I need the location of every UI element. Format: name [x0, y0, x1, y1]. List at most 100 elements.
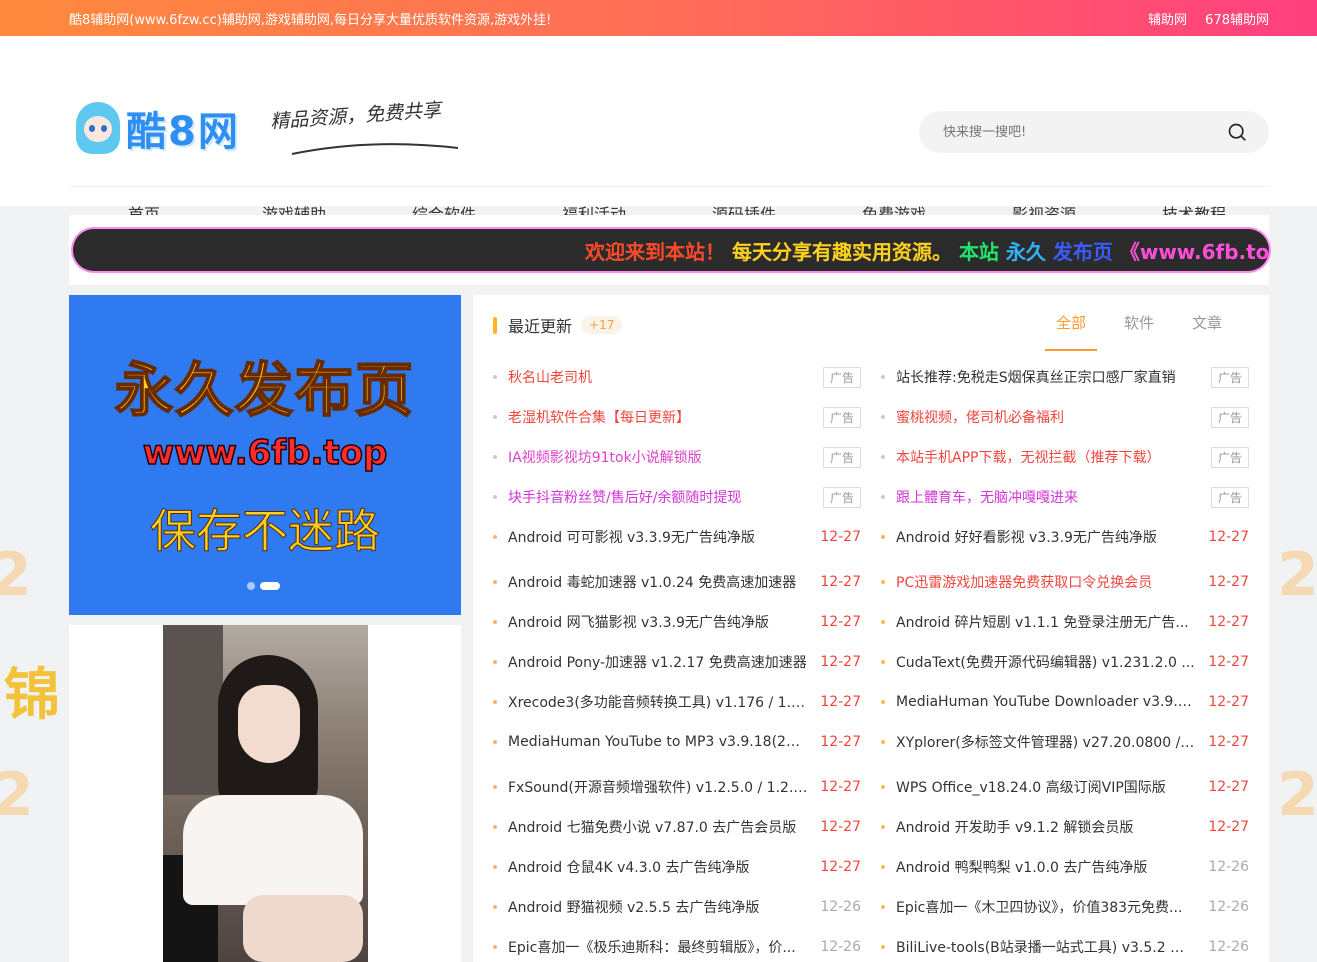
item-date: 12-26	[820, 939, 861, 955]
slogan-underline-icon	[291, 143, 459, 155]
list-item[interactable]: Android 碎片短剧 v1.1.1 免登录注册无广告... 12-27	[881, 602, 1249, 642]
item-title[interactable]: Android 鸭梨鸭梨 v1.0.0 去广告纯净版	[896, 857, 1196, 877]
site-logo[interactable]: 酷8网	[72, 98, 240, 158]
list-item[interactable]: PC迅雷游戏加速器免费获取口令兑换会员 12-27	[881, 562, 1249, 602]
item-title[interactable]: Android 毒蛇加速器 v1.0.24 免费高速加速器	[508, 572, 808, 592]
item-title[interactable]: 蜜桃视频，佬司机必备福利	[896, 407, 1196, 427]
tab-all[interactable]: 全部	[1037, 295, 1105, 351]
list-item[interactable]: Android 网飞猫影视 v3.3.9无广告纯净版 12-27	[493, 602, 861, 642]
list-item[interactable]: 块手抖音粉丝赞/售后好/余额随时提现 广告	[493, 477, 861, 517]
top-link-678[interactable]: 678辅助网	[1205, 13, 1269, 28]
search-icon[interactable]	[1227, 122, 1247, 142]
list-item[interactable]: Android 可可影视 v3.3.9无广告纯净版 12-27	[493, 517, 861, 557]
top-link-fuzhuwang[interactable]: 辅助网	[1148, 13, 1187, 28]
marquee-text: 欢迎来到本站！ 每天分享有趣实用资源。 本站 永久 发布页 《www.6fb.t…	[585, 236, 1269, 265]
item-title[interactable]: CudaText(免费开源代码编辑器) v1.231.2.0 ...	[896, 652, 1196, 672]
table-row: MediaHuman YouTube to MP3 v3.9.18(251...…	[493, 722, 1249, 762]
list-item[interactable]: BiliLive-tools(B站录播一站式工具) v3.5.2 中... 12-…	[881, 927, 1249, 962]
bullet-icon	[493, 375, 497, 379]
list-item[interactable]: 蜜桃视频，佬司机必备福利 广告	[881, 397, 1249, 437]
item-title[interactable]: FxSound(开源音频增强软件) v1.2.5.0 / 1.2.6....	[508, 777, 808, 797]
list-item[interactable]: 老湿机软件合集【每日更新】 广告	[493, 397, 861, 437]
table-row: Android 可可影视 v3.3.9无广告纯净版 12-27 Android 好好…	[493, 517, 1249, 557]
item-title[interactable]: Android 仓鼠4K v4.3.0 去广告纯净版	[508, 857, 808, 877]
bullet-icon	[881, 945, 885, 949]
tab-software[interactable]: 软件	[1105, 295, 1173, 351]
list-item[interactable]: IA视频影视坊91tok小说解锁版 广告	[493, 437, 861, 477]
table-row: 老湿机软件合集【每日更新】 广告 蜜桃视频，佬司机必备福利 广告	[493, 397, 1249, 437]
item-title[interactable]: Android 碎片短剧 v1.1.1 免登录注册无广告...	[896, 612, 1196, 632]
list-item[interactable]: Android 鸭梨鸭梨 v1.0.0 去广告纯净版 12-26	[881, 847, 1249, 887]
item-title[interactable]: MediaHuman YouTube Downloader v3.9.1...	[896, 694, 1196, 710]
item-title[interactable]: MediaHuman YouTube to MP3 v3.9.18(251...	[508, 734, 808, 750]
banner-line-3: 保存不迷路	[150, 504, 381, 559]
item-title[interactable]: 秋名山老司机	[508, 367, 808, 387]
bullet-icon	[881, 580, 885, 584]
list-item[interactable]: 本站手机APP下载，无视拦截（推荐下载） 广告	[881, 437, 1249, 477]
list-item[interactable]: FxSound(开源音频增强软件) v1.2.5.0 / 1.2.6.... 12…	[493, 767, 861, 807]
item-title[interactable]: 本站手机APP下载，无视拦截（推荐下载）	[896, 447, 1196, 467]
item-title[interactable]: Android 七猫免费小说 v7.87.0 去广告会员版	[508, 817, 808, 837]
item-title[interactable]: PC迅雷游戏加速器免费获取口令兑换会员	[896, 572, 1196, 592]
item-title[interactable]: 跟上體育车，无脑冲嘎嘎进来	[896, 487, 1196, 507]
list-item[interactable]: Android 仓鼠4K v4.3.0 去广告纯净版 12-27	[493, 847, 861, 887]
list-item[interactable]: Xrecode3(多功能音频转换工具) v1.176 / 1.1... 12-27	[493, 682, 861, 722]
list-item[interactable]: XYplorer(多标签文件管理器) v27.20.0800 / 2... 12-…	[881, 722, 1249, 762]
ad-tag: 广告	[1210, 486, 1249, 508]
bullet-icon	[881, 660, 885, 664]
updates-tabs: 全部 软件 文章	[1037, 295, 1241, 351]
search-input[interactable]	[943, 124, 1213, 140]
announcement-box: 欢迎来到本站！ 每天分享有趣实用资源。 本站 永久 发布页 《www.6fb.t…	[69, 215, 1269, 285]
bullet-icon	[493, 865, 497, 869]
item-title[interactable]: Epic喜加一《木卫四协议》，价值383元免费...	[896, 897, 1196, 917]
table-row: IA视频影视坊91tok小说解锁版 广告 本站手机APP下载，无视拦截（推荐下载）广…	[493, 437, 1249, 477]
list-item[interactable]: Android 野猫视频 v2.5.5 去广告纯净版 12-26	[493, 887, 861, 927]
item-title[interactable]: Xrecode3(多功能音频转换工具) v1.176 / 1.1...	[508, 692, 808, 712]
item-date: 12-27	[1208, 574, 1249, 590]
item-date: 12-27	[1208, 694, 1249, 710]
list-item[interactable]: Android 好好看影视 v3.3.9无广告纯净版 12-27	[881, 517, 1249, 557]
item-title[interactable]: Android 网飞猫影视 v3.3.9无广告纯净版	[508, 612, 808, 632]
background-decoration-left: 2 锦 2	[0, 540, 60, 830]
list-item[interactable]: Epic喜加一《极乐迪斯科：最终剪辑版》，价... 12-26	[493, 927, 861, 962]
item-title[interactable]: 站长推荐:免税走S烟保真丝正宗口感厂家直销	[896, 367, 1196, 387]
list-item[interactable]: 跟上體育车，无脑冲嘎嘎进来 广告	[881, 477, 1249, 517]
item-title[interactable]: 老湿机软件合集【每日更新】	[508, 407, 808, 427]
item-title[interactable]: IA视频影视坊91tok小说解锁版	[508, 447, 808, 467]
list-item[interactable]: CudaText(免费开源代码编辑器) v1.231.2.0 ... 12-27	[881, 642, 1249, 682]
item-title[interactable]: Android 可可影视 v3.3.9无广告纯净版	[508, 527, 808, 547]
list-item[interactable]: MediaHuman YouTube to MP3 v3.9.18(251...…	[493, 722, 861, 762]
tab-articles[interactable]: 文章	[1173, 295, 1241, 351]
item-title[interactable]: XYplorer(多标签文件管理器) v27.20.0800 / 2...	[896, 732, 1196, 752]
top-links: 辅助网 678辅助网	[1134, 9, 1269, 28]
table-row: FxSound(开源音频增强软件) v1.2.5.0 / 1.2.6.... 12…	[493, 767, 1249, 807]
item-title[interactable]: Android 野猫视频 v2.5.5 去广告纯净版	[508, 897, 808, 917]
list-item[interactable]: 秋名山老司机 广告	[493, 357, 861, 397]
marquee-part: 本站	[958, 240, 999, 264]
item-date: 12-27	[820, 859, 861, 875]
announcement-marquee: 欢迎来到本站！ 每天分享有趣实用资源。 本站 永久 发布页 《www.6fb.t…	[73, 229, 1269, 271]
item-title[interactable]: Android Pony-加速器 v1.2.17 免费高速加速器	[508, 652, 808, 672]
list-item[interactable]: Android 毒蛇加速器 v1.0.24 免费高速加速器 12-27	[493, 562, 861, 602]
list-item[interactable]: MediaHuman YouTube Downloader v3.9.1... 1…	[881, 682, 1249, 722]
carousel-dot-1[interactable]	[247, 582, 255, 590]
promo-banner-carousel[interactable]: 永久发布页 www.6fb.top 保存不迷路	[69, 295, 461, 615]
list-item[interactable]: WPS Office_v18.24.0 高级订阅VIP国际版 12-27	[881, 767, 1249, 807]
list-item[interactable]: Android Pony-加速器 v1.2.17 免费高速加速器 12-27	[493, 642, 861, 682]
list-item[interactable]: 站长推荐:免税走S烟保真丝正宗口感厂家直销 广告	[881, 357, 1249, 397]
logo-text: 酷8网	[126, 109, 240, 155]
list-item[interactable]: Android 开发助手 v9.1.2 解锁会员版 12-27	[881, 807, 1249, 847]
list-item[interactable]: Epic喜加一《木卫四协议》，价值383元免费... 12-26	[881, 887, 1249, 927]
item-title[interactable]: 块手抖音粉丝赞/售后好/余额随时提现	[508, 487, 808, 507]
banner-line-1: 永久发布页	[114, 355, 415, 425]
carousel-dot-2[interactable]	[260, 582, 280, 590]
item-title[interactable]: WPS Office_v18.24.0 高级订阅VIP国际版	[896, 777, 1196, 797]
item-title[interactable]: Android 开发助手 v9.1.2 解锁会员版	[896, 817, 1196, 837]
list-item[interactable]: Android 七猫免费小说 v7.87.0 去广告会员版 12-27	[493, 807, 861, 847]
ad-photo[interactable]	[163, 625, 368, 962]
item-title[interactable]: BiliLive-tools(B站录播一站式工具) v3.5.2 中...	[896, 937, 1196, 957]
item-date: 12-26	[1208, 939, 1249, 955]
item-date: 12-27	[1208, 779, 1249, 795]
item-title[interactable]: Android 好好看影视 v3.3.9无广告纯净版	[896, 527, 1196, 547]
item-title[interactable]: Epic喜加一《极乐迪斯科：最终剪辑版》，价...	[508, 937, 808, 957]
